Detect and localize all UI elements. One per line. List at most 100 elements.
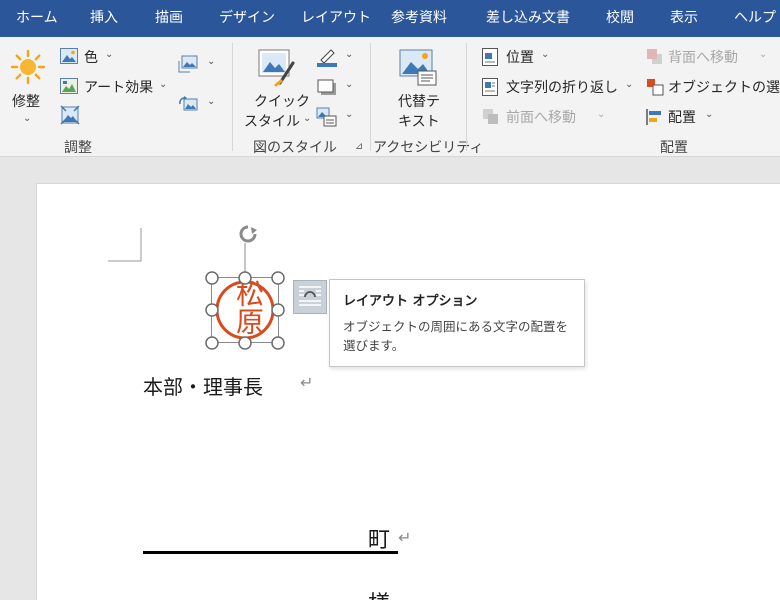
bring-forward-button: 前面へ移動 ⌄ (480, 105, 610, 129)
wrap-text-button[interactable]: 文字列の折り返し ⌄ (480, 75, 636, 99)
alt-text-label-2: キスト (398, 114, 440, 130)
wrap-text-icon (482, 78, 498, 96)
quick-styles-label-2: スタイル (244, 114, 300, 130)
sun-icon (10, 49, 46, 85)
chevron-down-icon: ⌄ (345, 49, 354, 60)
quick-styles-icon (258, 49, 295, 87)
chevron-down-icon: ⌄ (597, 109, 606, 120)
tab-view[interactable]: 表示 (670, 0, 698, 37)
picture-layout-button[interactable]: ⌄ (314, 105, 356, 129)
position-icon (482, 48, 498, 66)
resize-handle[interactable] (204, 270, 220, 286)
picture-layout-icon (316, 107, 337, 127)
picture-styles-group-label: 図のスタイル (253, 140, 337, 156)
chevron-down-icon: ⌄ (345, 109, 354, 120)
position-label: 位置 (506, 50, 534, 66)
group-separator (232, 43, 233, 151)
send-backward-icon (647, 49, 662, 64)
color-button[interactable]: 色 ⌄ (58, 45, 120, 69)
alt-text-button[interactable]: 代替テ キスト (384, 45, 452, 135)
chevron-down-icon: ⌄ (705, 109, 714, 120)
picture-effects-button[interactable]: ⌄ (314, 75, 356, 99)
picture-color-icon (60, 48, 78, 64)
tab-draw[interactable]: 描画 (155, 0, 183, 37)
chevron-down-icon: ⌄ (23, 113, 32, 124)
art-effects-icon (60, 78, 78, 94)
tab-mailings[interactable]: 差し込み文書 (486, 0, 570, 37)
paragraph-mark: ↵ (398, 528, 412, 547)
selection-pane-icon (647, 79, 664, 96)
resize-handle[interactable] (270, 302, 286, 318)
paragraph-mark: ↵ (300, 373, 314, 392)
bring-forward-icon (483, 109, 498, 124)
send-backward-button: 背面へ移動 ⌄ (644, 45, 774, 69)
alt-text-icon (399, 49, 437, 86)
fix-button[interactable]: 修整 ⌄ (6, 47, 50, 133)
chevron-down-icon: ⌄ (207, 96, 216, 107)
chevron-down-icon: ⌄ (105, 49, 114, 60)
send-backward-label: 背面へ移動 (668, 50, 738, 66)
seal-text: 松原 (232, 279, 265, 335)
resize-handle[interactable] (237, 335, 253, 351)
tab-insert[interactable]: 挿入 (90, 0, 118, 37)
group-separator (466, 43, 467, 151)
compress-pictures-button[interactable]: ⌄ (176, 53, 216, 75)
picture-border-button[interactable]: ⌄ (314, 45, 356, 69)
layout-options-icon (299, 286, 321, 306)
underline-rule (143, 551, 398, 554)
resize-handle[interactable] (204, 335, 220, 351)
bring-forward-label: 前面へ移動 (506, 110, 576, 126)
art-effects-label: アート効果 (84, 80, 154, 96)
position-button[interactable]: 位置 ⌄ (480, 45, 560, 69)
resize-handle[interactable] (204, 302, 220, 318)
change-picture-button[interactable]: ⌄ (176, 93, 216, 115)
tab-references[interactable]: 参考資料 (391, 0, 447, 37)
resize-handle[interactable] (270, 335, 286, 351)
quick-styles-label-1: クイック (254, 94, 310, 110)
resize-handle[interactable] (237, 270, 253, 286)
chevron-down-icon: ⌄ (207, 56, 216, 67)
chevron-down-icon: ⌄ (541, 49, 550, 60)
tab-review[interactable]: 校閲 (606, 0, 634, 37)
dialog-launcher-icon[interactable]: ⊿ (355, 141, 363, 152)
seal-image[interactable]: 松原 (211, 277, 279, 343)
compress-pictures-icon (178, 55, 198, 73)
adjust-group-label: 調整 (64, 140, 92, 156)
chevron-down-icon: ⌄ (345, 79, 354, 90)
align-icon (646, 109, 661, 125)
wrap-text-label: 文字列の折り返し (506, 80, 618, 96)
tab-design[interactable]: デザイン (219, 0, 275, 37)
resize-handle[interactable] (270, 270, 286, 286)
color-label: 色 (84, 50, 98, 66)
align-button[interactable]: 配置 ⌄ (644, 105, 724, 129)
rotate-handle-icon[interactable] (230, 219, 266, 277)
tooltip-title: レイアウト オプション (343, 294, 478, 309)
arrange-group-label: 配置 (660, 140, 688, 156)
document-line-1: 本部・理事長 (143, 375, 263, 399)
change-picture-icon (179, 96, 198, 111)
chevron-down-icon: ⌄ (759, 49, 768, 60)
group-separator (370, 43, 371, 151)
ribbon: 修整 ⌄ 色 ⌄ アート効果 ⌄ ⌄ ⌄ 調整 クイック スタイル ⌄ ⌄ ⌄ … (0, 37, 780, 157)
tab-layout[interactable]: レイアウト (301, 0, 371, 37)
selection-pane-button[interactable]: オブジェクトの選択と表示 (644, 75, 780, 99)
chevron-down-icon: ⌄ (159, 79, 168, 90)
align-label: 配置 (668, 110, 696, 126)
tab-help[interactable]: ヘルプ (734, 0, 776, 37)
picture-effects-icon (317, 79, 336, 95)
ribbon-tab-bar: ホーム 挿入 描画 デザイン レイアウト 参考資料 差し込み文書 校閲 表示 ヘ… (0, 0, 780, 37)
document-line-2: 町 (368, 528, 391, 553)
tooltip-body: オブジェクトの周囲にある文字の配置を選びます。 (343, 319, 569, 353)
alt-text-label-1: 代替テ (398, 94, 440, 110)
selection-pane-label: オブジェクトの選択と表示 (668, 80, 780, 96)
art-effects-button[interactable]: アート効果 ⌄ (58, 75, 170, 99)
layout-options-button[interactable] (293, 280, 327, 314)
chevron-down-icon: ⌄ (303, 113, 312, 124)
chevron-down-icon: ⌄ (625, 79, 634, 90)
quick-styles-button[interactable]: クイック スタイル ⌄ (242, 45, 312, 135)
pen-border-icon (317, 49, 337, 67)
tab-home[interactable]: ホーム (16, 0, 58, 37)
transparency-icon[interactable] (60, 105, 80, 125)
page-corner-mark (108, 228, 142, 262)
document-line-3: 様 (368, 586, 390, 600)
